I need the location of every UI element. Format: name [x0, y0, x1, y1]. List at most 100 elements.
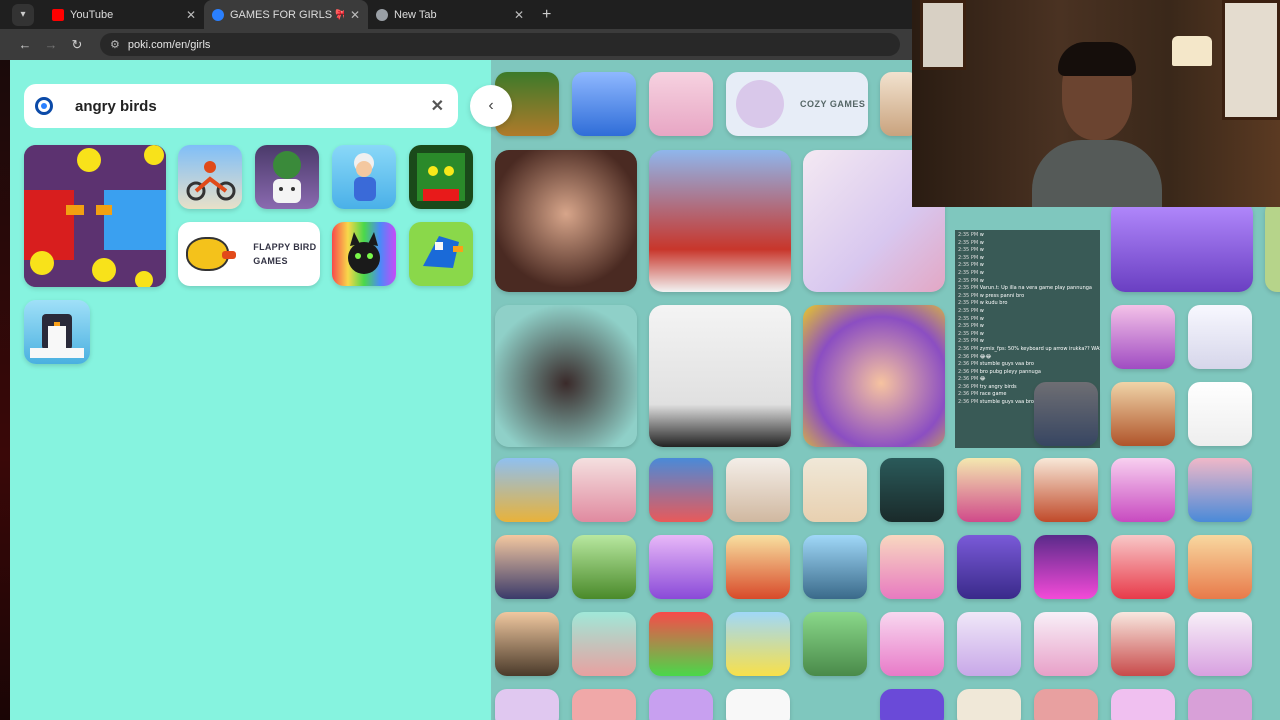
result-rainbow-cat[interactable]	[332, 222, 396, 286]
chat-message: 2:36 PM 😂😂	[958, 354, 1097, 362]
game-tile[interactable]	[803, 535, 867, 599]
game-tile[interactable]	[880, 458, 944, 522]
game-tile[interactable]	[1188, 458, 1252, 522]
address-bar[interactable]: ⚙ poki.com/en/girls	[100, 33, 900, 56]
chat-timestamp: 2:35 PM	[958, 232, 980, 238]
game-tile[interactable]	[1034, 612, 1098, 676]
penguin-icon	[30, 314, 84, 358]
game-tile[interactable]	[495, 535, 559, 599]
reload-icon[interactable]: ↻	[64, 37, 90, 53]
game-tile[interactable]	[572, 689, 636, 720]
game-tile-makeup[interactable]	[495, 150, 637, 292]
game-tile[interactable]	[726, 612, 790, 676]
tab-games-for-girls[interactable]: GAMES FOR GIRLS 🎀 - Play O ✕	[204, 0, 368, 29]
tab-label: GAMES FOR GIRLS 🎀 - Play O	[230, 9, 344, 21]
result-moto-x3m[interactable]	[178, 145, 242, 209]
game-tile[interactable]	[1111, 535, 1175, 599]
game-tile[interactable]	[726, 689, 790, 720]
chat-text: w	[979, 323, 984, 330]
game-tile[interactable]	[1188, 689, 1252, 720]
game-tile[interactable]	[1188, 382, 1252, 446]
close-tab-icon[interactable]: ✕	[180, 8, 196, 22]
game-tile[interactable]	[1111, 458, 1175, 522]
game-tile[interactable]	[649, 458, 713, 522]
game-tile[interactable]	[957, 612, 1021, 676]
game-tile[interactable]	[957, 458, 1021, 522]
chat-timestamp: 2:35 PM	[958, 262, 980, 269]
game-tile[interactable]	[880, 612, 944, 676]
game-tile[interactable]	[726, 458, 790, 522]
result-cat-tree[interactable]	[255, 145, 319, 209]
chevron-left-icon[interactable]: ‹	[470, 85, 512, 127]
game-tile[interactable]	[1111, 305, 1175, 369]
game-tile[interactable]	[1034, 458, 1098, 522]
chat-timestamp: 2:36 PM	[958, 399, 980, 406]
close-tab-icon[interactable]: ✕	[508, 8, 524, 22]
youtube-favicon-icon	[52, 8, 64, 21]
game-tile[interactable]	[649, 535, 713, 599]
chat-timestamp: 2:35 PM	[958, 315, 980, 322]
game-tile[interactable]	[495, 458, 559, 522]
game-tile[interactable]	[1034, 689, 1098, 720]
game-tile[interactable]	[1034, 535, 1098, 599]
result-penguin[interactable]	[24, 300, 90, 364]
chat-text: w	[979, 269, 984, 276]
motorbike-icon	[186, 161, 236, 201]
game-tile[interactable]	[1111, 612, 1175, 676]
globe-favicon-icon	[376, 8, 388, 21]
close-icon[interactable]: ✕	[431, 96, 444, 116]
game-tile[interactable]	[1188, 535, 1252, 599]
result-angry-gran[interactable]	[332, 145, 396, 209]
game-tile[interactable]	[495, 689, 559, 720]
close-tab-icon[interactable]: ✕	[344, 8, 360, 22]
game-tile-subway[interactable]	[649, 150, 791, 292]
game-tile[interactable]	[880, 535, 944, 599]
game-tile[interactable]	[572, 535, 636, 599]
new-tab-plus-icon[interactable]: +	[542, 6, 551, 24]
game-tile[interactable]	[726, 535, 790, 599]
game-tile[interactable]	[1111, 382, 1175, 446]
back-arrow-icon[interactable]: ←	[12, 37, 38, 52]
game-tile[interactable]	[649, 72, 713, 136]
chat-text: race game	[979, 391, 1007, 398]
game-tile[interactable]	[572, 612, 636, 676]
forward-arrow-icon[interactable]: →	[38, 37, 64, 52]
tab-new-tab[interactable]: New Tab ✕	[368, 0, 532, 29]
flappy-bird-games-category[interactable]: FLAPPY BIRD GAMES	[178, 222, 320, 286]
chat-timestamp: 2:36 PM	[958, 353, 980, 360]
game-tile[interactable]	[572, 458, 636, 522]
search-input[interactable]	[75, 97, 405, 115]
chat-text: bro pubg pleyy pannuga	[979, 368, 1041, 375]
game-tile[interactable]	[957, 535, 1021, 599]
site-settings-icon[interactable]: ⚙	[110, 38, 120, 51]
game-tile[interactable]	[880, 689, 944, 720]
game-tile[interactable]	[803, 458, 867, 522]
chat-timestamp: 2:35 PM	[958, 239, 980, 246]
game-tile[interactable]	[495, 612, 559, 676]
game-tile[interactable]	[803, 612, 867, 676]
result-flappy-big[interactable]	[24, 145, 166, 287]
game-tile[interactable]	[1111, 200, 1253, 292]
tab-youtube[interactable]: YouTube ✕	[44, 0, 204, 29]
game-tile-lips[interactable]	[649, 305, 791, 447]
chat-text: w	[979, 254, 984, 261]
result-creepy-block[interactable]	[409, 145, 473, 209]
tab-strip: ▾ YouTube ✕ GAMES FOR GIRLS 🎀 - Play O ✕…	[0, 0, 912, 29]
game-tile[interactable]	[1265, 200, 1280, 292]
game-tile-cat[interactable]	[495, 305, 637, 447]
game-tile[interactable]	[1188, 305, 1252, 369]
flappy-birds-art-icon	[24, 145, 166, 287]
game-tile[interactable]	[1111, 689, 1175, 720]
cozy-games-category[interactable]: COZY GAMES	[726, 72, 868, 136]
game-tile[interactable]	[1188, 612, 1252, 676]
chat-message: 2:35 PM Varun.t: Up illa na vera game pl…	[958, 285, 1097, 293]
tab-search-button[interactable]: ▾	[12, 3, 34, 26]
game-tile[interactable]	[649, 689, 713, 720]
game-tile-hair[interactable]	[803, 305, 945, 447]
game-tile[interactable]	[957, 689, 1021, 720]
chat-text: zymix_fps: 50% keyboard up arrow irukka?…	[979, 345, 1100, 352]
result-pixel-bird[interactable]	[409, 222, 473, 286]
game-tile[interactable]	[649, 612, 713, 676]
game-tile[interactable]	[572, 72, 636, 136]
poki-logo-icon[interactable]	[35, 97, 53, 115]
